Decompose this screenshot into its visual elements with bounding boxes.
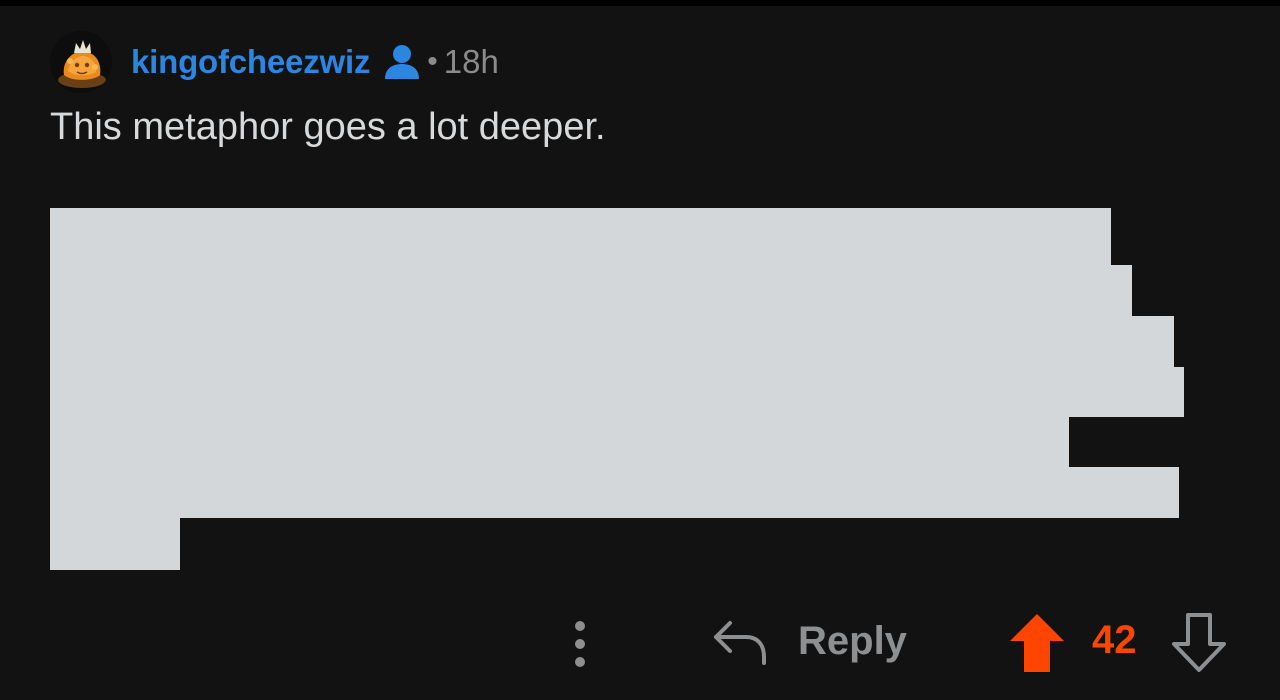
more-vertical-icon[interactable]	[562, 612, 598, 676]
avatar-icon[interactable]	[50, 31, 112, 93]
comment-body: This metaphor goes a lot deeper.	[50, 106, 606, 148]
comment-card: kingofcheezwiz • 18h This metaphor goes …	[0, 6, 1280, 700]
username-link[interactable]: kingofcheezwiz	[131, 43, 370, 81]
timestamp: 18h	[443, 43, 499, 80]
redacted-block	[50, 208, 1190, 579]
reply-arrow-icon	[714, 621, 766, 665]
comment-header: kingofcheezwiz • 18h	[50, 30, 499, 94]
downvote-arrow-icon[interactable]	[1168, 610, 1230, 676]
comment-actions: Reply 42	[0, 596, 1280, 686]
user-icon	[381, 41, 423, 83]
vote-score: 42	[1092, 618, 1137, 662]
upvote-arrow-icon[interactable]	[1006, 610, 1068, 676]
separator-dot: •	[427, 45, 438, 78]
reply-button[interactable]: Reply	[708, 606, 907, 676]
reply-label: Reply	[798, 618, 907, 663]
